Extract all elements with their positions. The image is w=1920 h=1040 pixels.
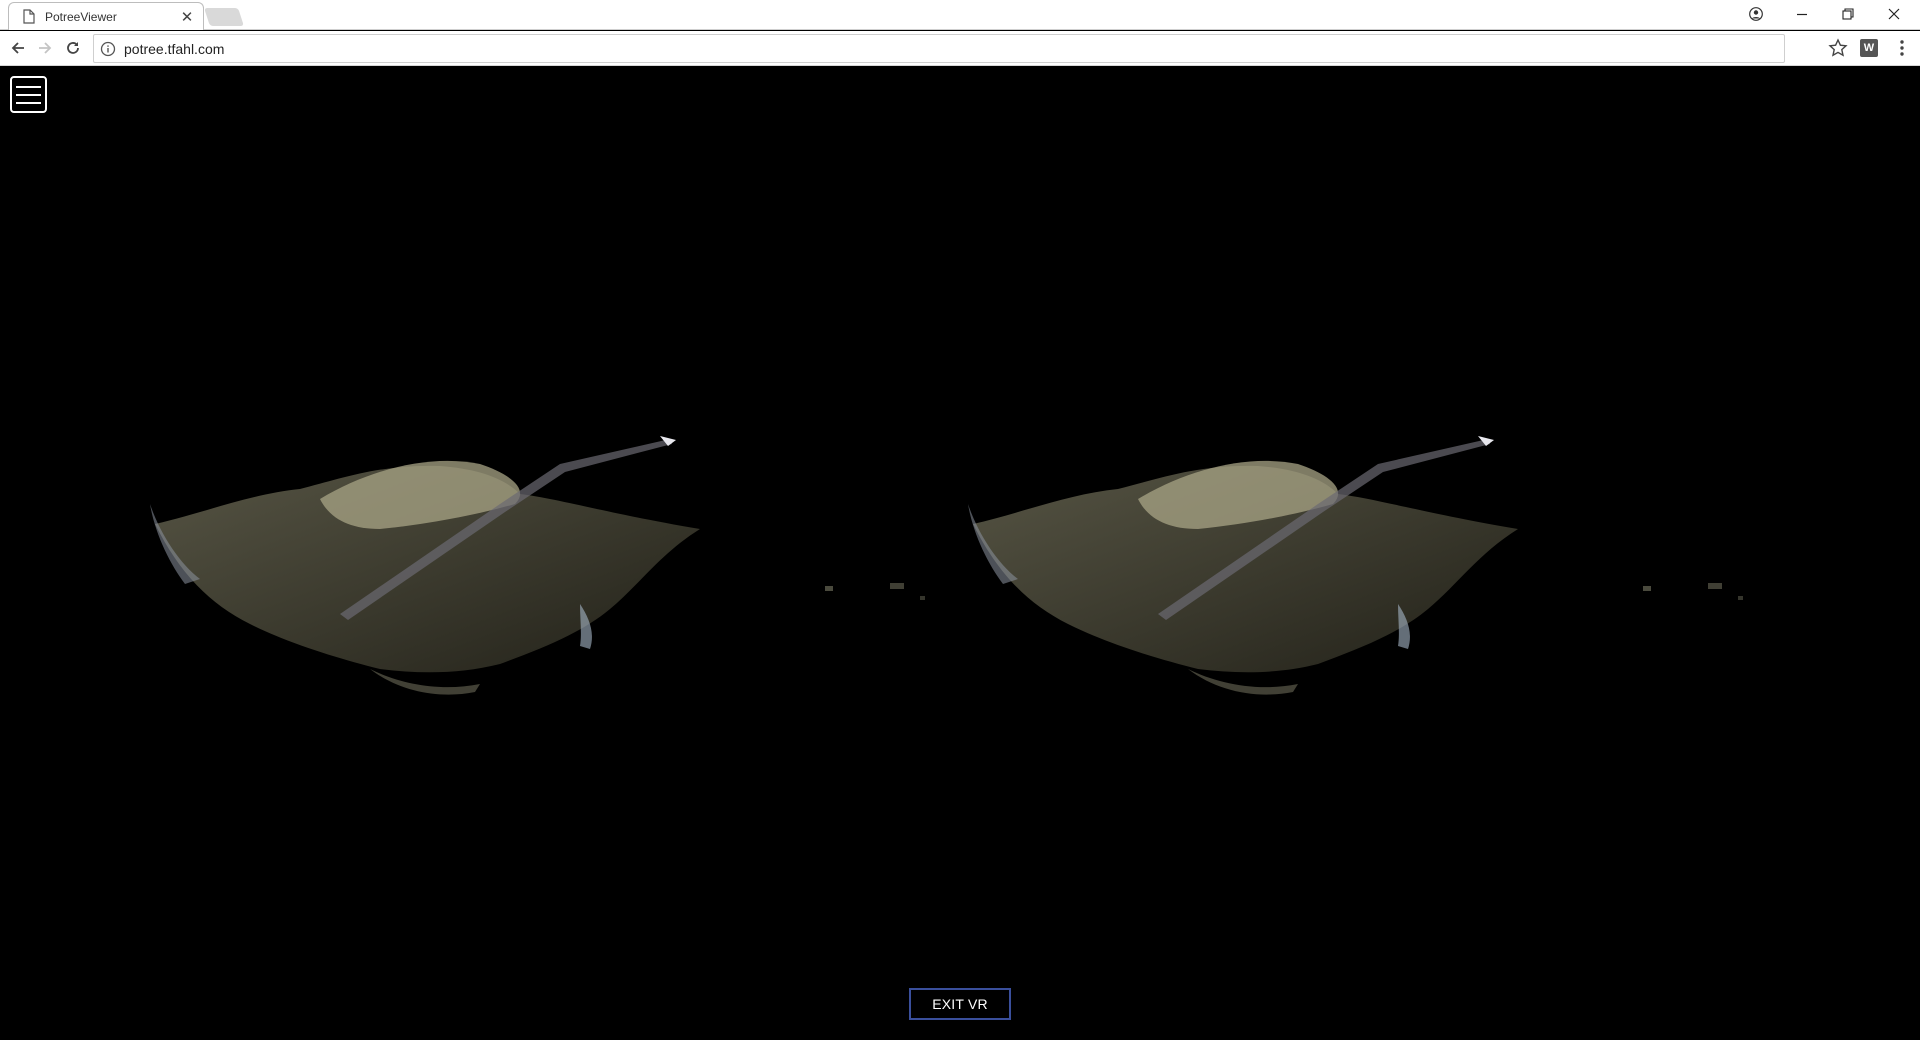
bookmark-star-icon[interactable] [1827, 37, 1849, 59]
browser-titlebar: PotreeViewer ✕ [0, 0, 1920, 30]
document-icon [23, 8, 37, 25]
close-tab-icon[interactable]: ✕ [179, 8, 195, 26]
back-icon[interactable] [5, 35, 31, 61]
close-window-icon[interactable] [1880, 0, 1908, 28]
browser-tab[interactable]: PotreeViewer ✕ [8, 2, 204, 30]
profile-icon[interactable] [1742, 0, 1770, 28]
browser-toolbar: potree.tfahl.com W [0, 31, 1920, 66]
exit-vr-button[interactable]: EXIT VR [909, 988, 1011, 1020]
tab-title: PotreeViewer [45, 9, 117, 24]
restore-icon[interactable] [1834, 0, 1862, 28]
reload-icon[interactable] [60, 35, 86, 61]
info-icon[interactable] [100, 41, 116, 57]
extension-icon[interactable]: W [1860, 39, 1878, 57]
new-tab-icon[interactable] [204, 8, 244, 26]
minimize-icon[interactable] [1788, 0, 1816, 28]
forward-icon[interactable] [32, 35, 58, 61]
point-cloud-right-eye [968, 436, 1518, 695]
hamburger-icon[interactable] [10, 76, 47, 113]
potree-vr-viewport[interactable]: EXIT VR [0, 66, 1920, 1040]
point-cloud-fragment-left [825, 583, 925, 600]
address-bar[interactable]: potree.tfahl.com [93, 34, 1785, 63]
url-text[interactable]: potree.tfahl.com [124, 41, 224, 57]
point-cloud-fragment-right [1643, 583, 1743, 600]
menu-dots-icon[interactable] [1894, 37, 1910, 59]
point-cloud-left-eye [150, 436, 700, 695]
